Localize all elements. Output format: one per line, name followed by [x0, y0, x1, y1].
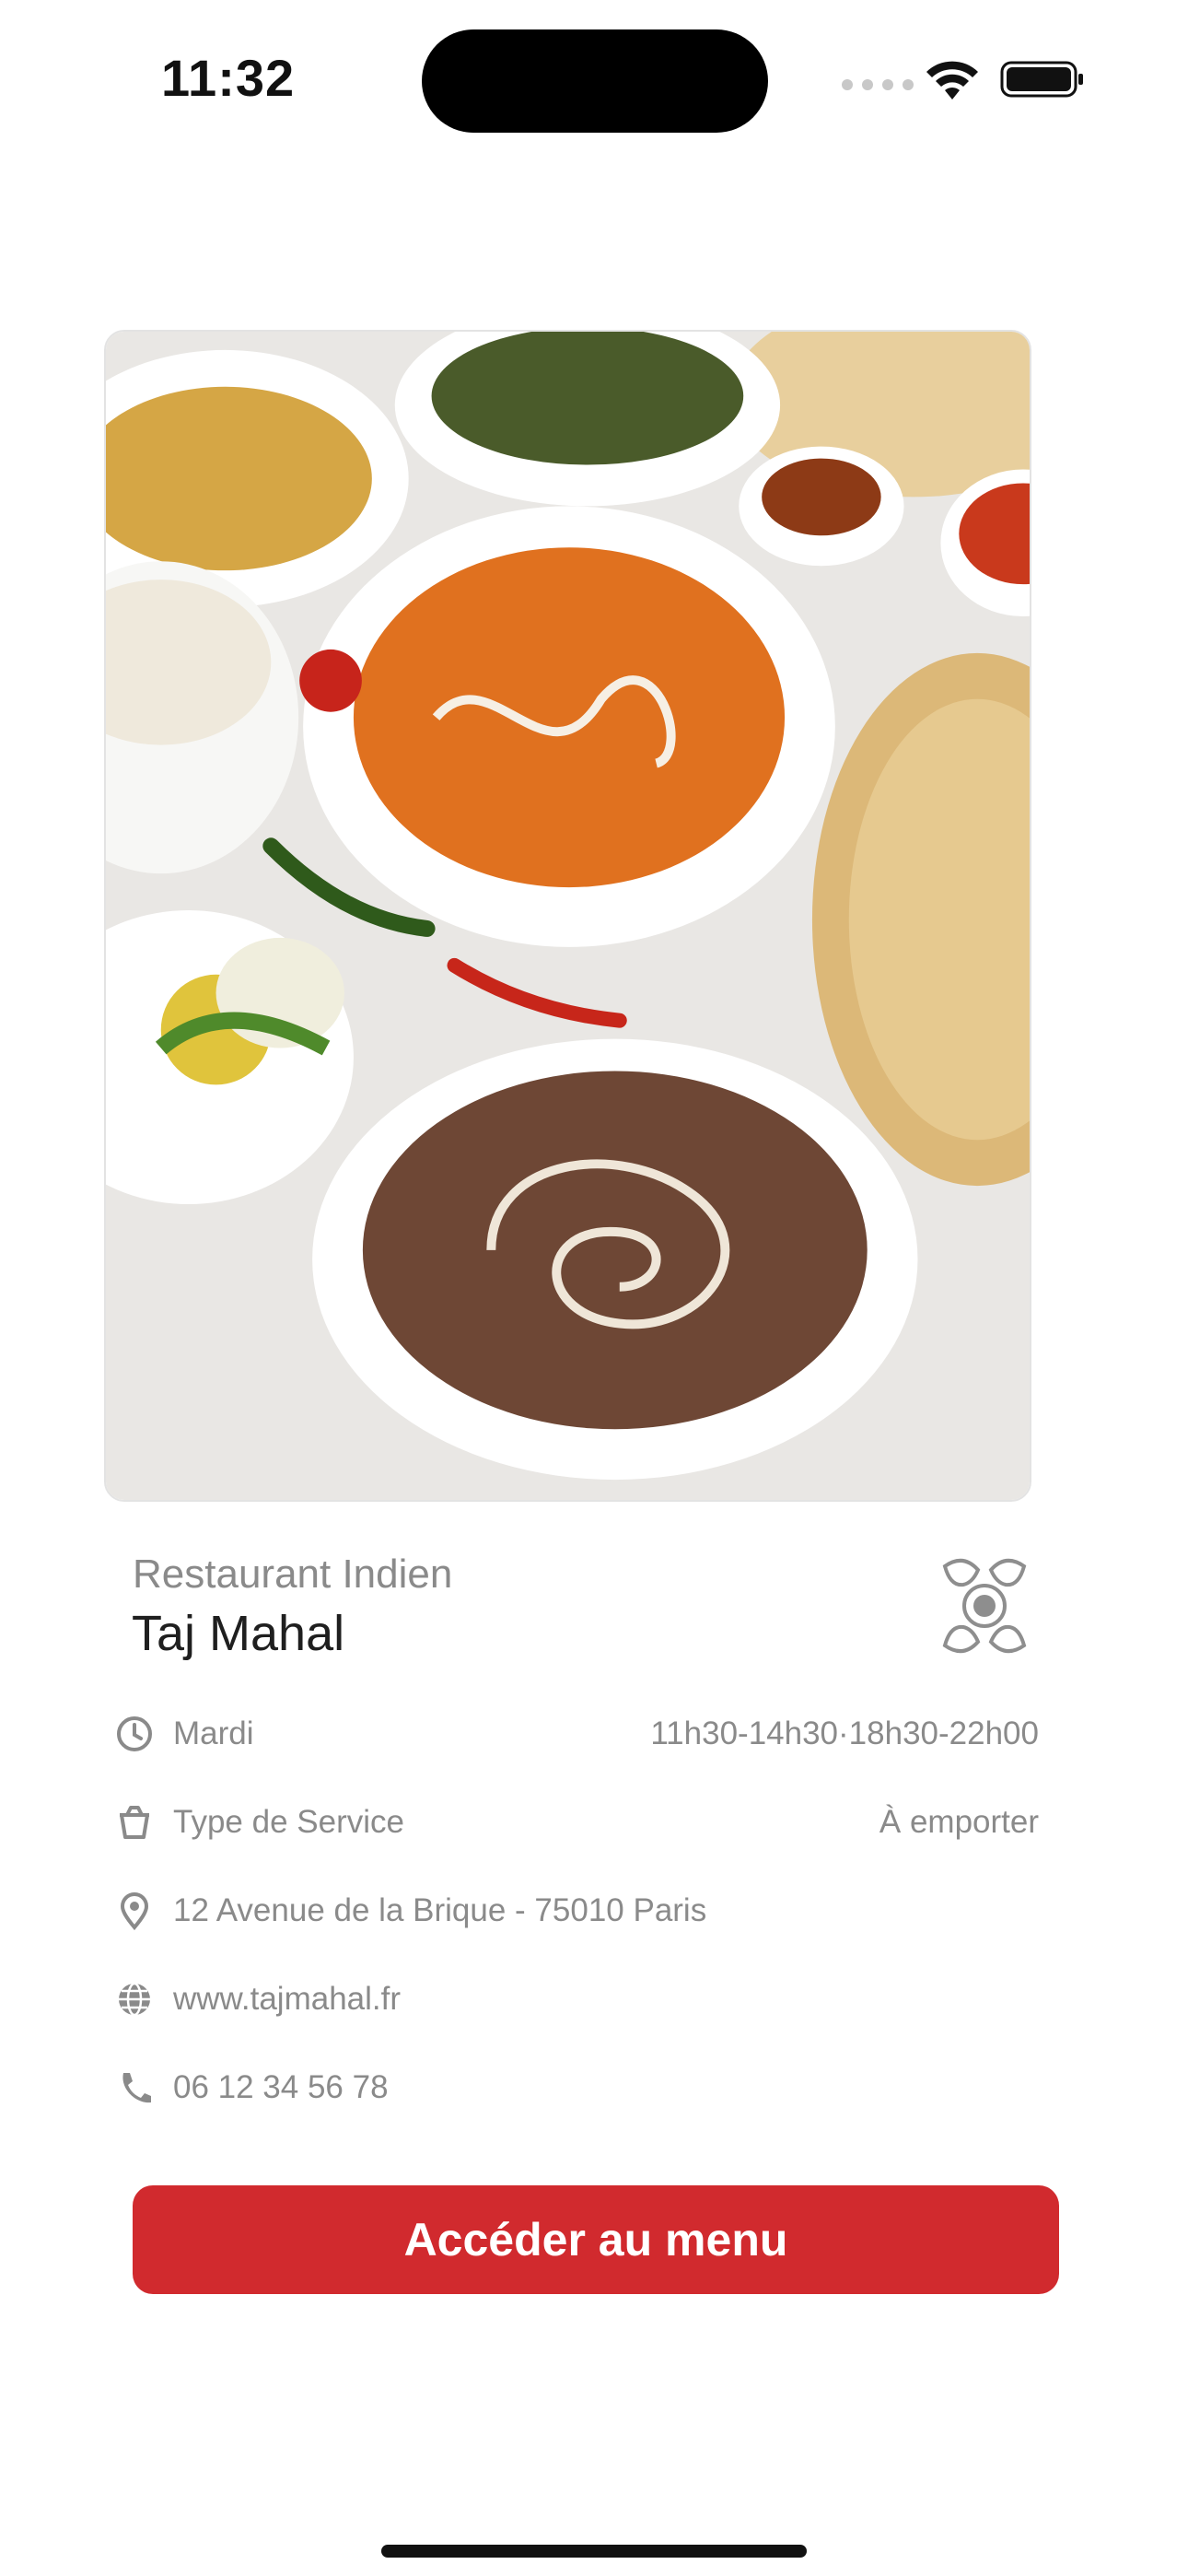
phone-number[interactable]: 06 12 34 56 78	[173, 2069, 389, 2106]
info-row-hours: Mardi 11h30-14h30·18h30-22h00	[114, 1706, 1039, 1762]
globe-icon	[114, 1979, 155, 2020]
battery-icon	[1000, 61, 1083, 98]
clock-icon	[114, 1714, 155, 1754]
takeaway-box-icon	[114, 1802, 155, 1843]
access-menu-button[interactable]: Accéder au menu	[133, 2185, 1059, 2294]
service-value: À emporter	[879, 1804, 1039, 1840]
info-row-website[interactable]: www.tajmahal.fr	[114, 1972, 1039, 2027]
service-label: Type de Service	[173, 1804, 404, 1840]
info-row-service: Type de Service À emporter	[114, 1795, 1039, 1850]
address-text[interactable]: 12 Avenue de la Brique - 75010 Paris	[173, 1892, 706, 1929]
phone-icon	[114, 2067, 155, 2108]
info-row-phone[interactable]: 06 12 34 56 78	[114, 2060, 1039, 2115]
restaurant-category: Restaurant Indien	[133, 1551, 453, 1597]
cellular-signal-icon	[842, 79, 914, 90]
restaurant-logo-icon	[942, 1559, 1027, 1653]
info-row-address[interactable]: 12 Avenue de la Brique - 75010 Paris	[114, 1883, 1039, 1938]
wifi-icon	[926, 61, 978, 100]
hours-value: 11h30-14h30·18h30-22h00	[650, 1715, 1039, 1751]
status-time: 11:32	[161, 49, 296, 107]
hours-day: Mardi	[173, 1715, 254, 1751]
home-indicator[interactable]	[381, 2545, 807, 2558]
dynamic-island	[422, 29, 768, 133]
website-link[interactable]: www.tajmahal.fr	[173, 1981, 401, 2018]
hero-image	[104, 330, 1031, 1502]
location-pin-icon	[114, 1891, 155, 1931]
restaurant-name: Taj Mahal	[132, 1606, 345, 1661]
